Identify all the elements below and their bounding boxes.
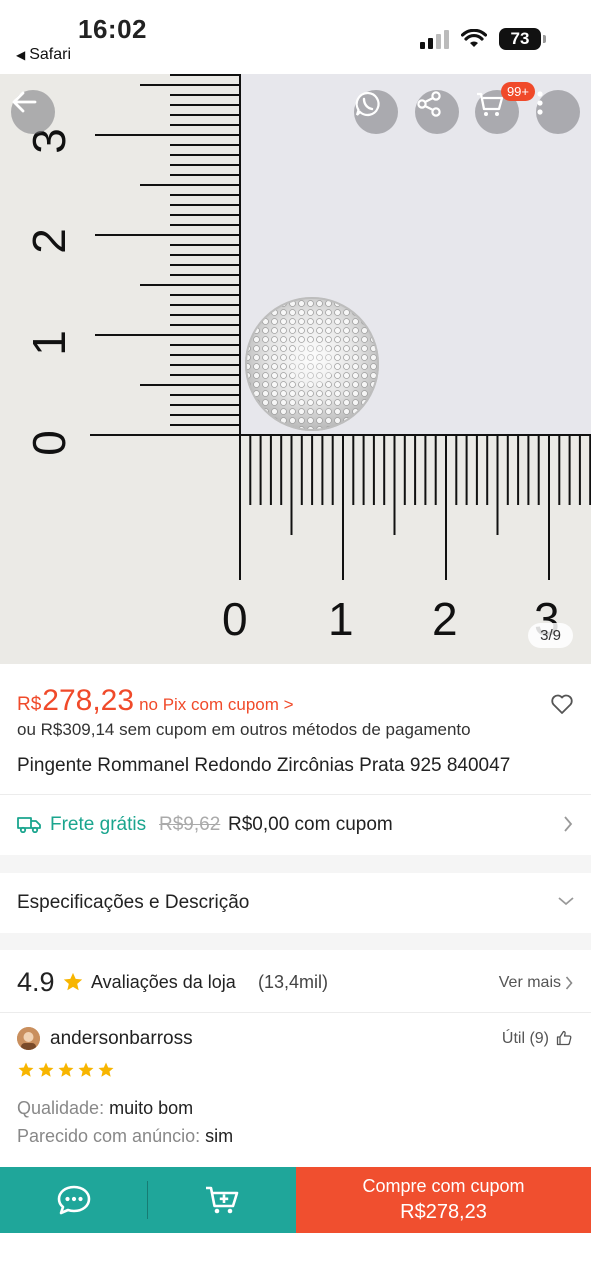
back-app-label: Safari	[29, 46, 72, 63]
price-amount: 278,23	[42, 684, 135, 717]
image-counter: 3/9	[528, 623, 573, 648]
whatsapp-share-button[interactable]	[354, 90, 398, 134]
review-username: andersonbarross	[50, 1028, 193, 1049]
share-icon	[417, 91, 441, 117]
page: { "status_bar": { "time": "16:02", "back…	[0, 0, 591, 1280]
quality-label: Qualidade:	[17, 1098, 105, 1118]
store-reviews-header: 4.9 Avaliações da loja (13,4mil) Ver mai…	[0, 950, 591, 1012]
star-icon	[58, 1062, 74, 1077]
ruler-left-label: 0	[22, 430, 75, 456]
store-reviews-title: Avaliações da loja	[91, 972, 236, 992]
avatar	[17, 1027, 40, 1050]
similar-value: sim	[205, 1126, 234, 1146]
alt-price-text: ou R$309,14 sem cupom em outros métodos …	[17, 720, 471, 739]
truck-icon	[17, 817, 41, 833]
heart-icon[interactable]	[550, 692, 574, 716]
section-gap	[0, 855, 591, 873]
price-section: R$ 278,23 no Pix com cupom > ou R$309,14…	[0, 664, 591, 794]
product-image[interactable]: 3 2 1 0 0 1 2 3 99+ 3/9	[0, 74, 591, 664]
store-reviews-count: (13,4mil)	[258, 972, 329, 992]
cart-add-icon	[206, 1186, 239, 1214]
chevron-right-icon	[565, 976, 573, 990]
status-bar: 16:02 ◀ Safari 73	[0, 0, 591, 74]
star-icon	[63, 972, 83, 991]
useful-count[interactable]: Útil (9)	[502, 1030, 549, 1048]
chevron-right-icon	[564, 816, 573, 832]
ruler-bottom-label: 0	[222, 593, 248, 645]
avatar-icon	[17, 1027, 40, 1050]
pix-coupon-link[interactable]: no Pix com cupom >	[139, 695, 294, 715]
specs-label: Especificações e Descrição	[17, 892, 250, 913]
review-quality: Qualidade: muito bom	[17, 1098, 193, 1119]
bottom-action-bar: Compre com cupom R$278,23	[0, 1167, 591, 1233]
see-more-link[interactable]: Ver mais	[499, 974, 561, 992]
section-gap	[0, 933, 591, 950]
ruler-left-label: 1	[22, 330, 75, 356]
back-to-safari-link[interactable]: ◀ Safari	[16, 46, 71, 64]
chat-icon	[57, 1185, 90, 1215]
coupon-shipping-price: R$0,00 com cupom	[228, 814, 393, 835]
cart-button[interactable]: 99+	[475, 82, 535, 134]
store-rating: 4.9	[17, 967, 55, 997]
chevron-down-icon	[558, 897, 574, 906]
battery-icon: 73	[499, 28, 546, 50]
cart-count-badge: 99+	[500, 82, 535, 101]
back-button[interactable]	[11, 90, 55, 134]
buy-button-label: Compre com cupom	[362, 1176, 525, 1196]
share-button[interactable]	[415, 90, 459, 134]
thumbs-up-icon[interactable]	[556, 1030, 572, 1046]
price-currency: R$	[17, 694, 42, 715]
more-vertical-icon	[537, 91, 543, 115]
cellular-signal-icon	[420, 29, 449, 49]
specs-row[interactable]: Especificações e Descrição	[0, 873, 591, 933]
ruler-bottom-label: 2	[432, 593, 458, 645]
ruler-photo	[0, 74, 591, 664]
review-item: andersonbarross Útil (9) Qualidade: muit…	[0, 1013, 591, 1168]
star-icon	[98, 1062, 114, 1077]
star-icon	[78, 1062, 94, 1077]
ruler-left-label: 2	[22, 228, 75, 254]
home-indicator-area	[0, 1233, 591, 1280]
review-stars	[17, 1061, 115, 1079]
wifi-icon	[461, 29, 487, 47]
whatsapp-icon	[355, 91, 380, 117]
buy-with-coupon-button[interactable]: Compre com cupom R$278,23	[296, 1167, 591, 1233]
back-triangle-icon: ◀	[16, 48, 26, 62]
more-options-button[interactable]	[536, 90, 580, 134]
add-to-cart-button[interactable]	[148, 1167, 296, 1233]
free-shipping-label: Frete grátis	[50, 814, 147, 835]
pix-price[interactable]: R$ 278,23 no Pix com cupom >	[17, 684, 294, 718]
quality-value: muito bom	[109, 1098, 194, 1118]
product-title: Pingente Rommanel Redondo Zircônias Prat…	[17, 755, 511, 776]
review-similar: Parecido com anúncio: sim	[17, 1126, 233, 1147]
star-icon	[38, 1062, 54, 1077]
chat-button[interactable]	[0, 1167, 147, 1233]
buy-button-price: R$278,23	[400, 1201, 487, 1223]
ruler-bottom-label: 1	[328, 593, 354, 645]
star-icon	[18, 1062, 34, 1077]
arrow-left-icon	[12, 91, 37, 113]
similar-label: Parecido com anúncio:	[17, 1126, 201, 1146]
old-shipping-price: R$9,62	[159, 814, 221, 835]
shipping-row[interactable]: Frete grátis R$9,62 R$0,00 com cupom	[0, 795, 591, 855]
system-icons: 73	[420, 28, 546, 50]
status-time: 16:02	[78, 14, 147, 44]
